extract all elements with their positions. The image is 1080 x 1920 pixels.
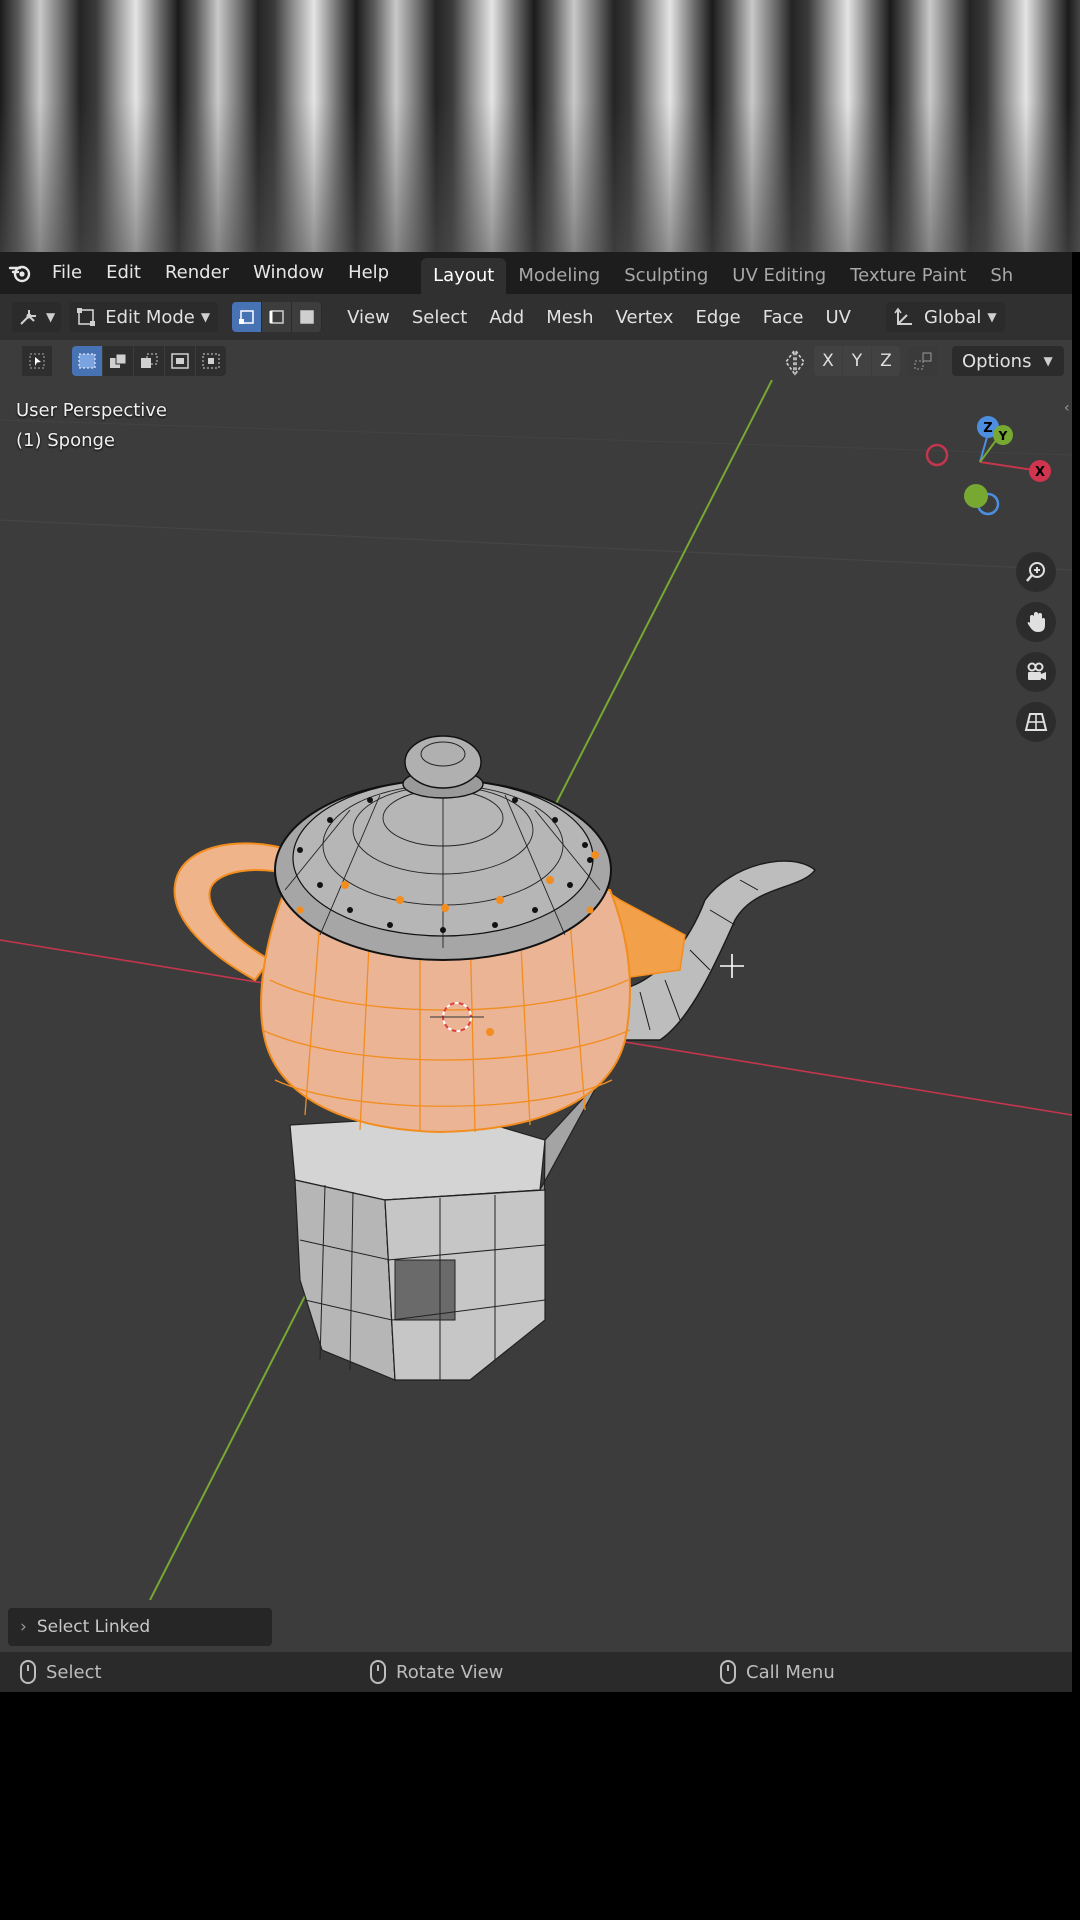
status-rotate-label: Rotate View [396,1661,504,1683]
mirror-icon[interactable] [782,348,808,376]
status-menu: Call Menu [720,1660,835,1684]
last-operator-label: Select Linked [36,1617,151,1637]
mode-dropdown[interactable]: Edit Mode ▼ [69,302,219,332]
select-extend-icon [110,353,127,368]
zoom-button[interactable] [1016,552,1056,592]
workspace-tabs: Layout Modeling Sculpting UV Editing Tex… [421,252,1025,294]
teapot-mesh[interactable] [173,735,816,1134]
mode-label: Edit Mode [105,306,195,328]
gizmo-x-label: X [1035,465,1045,480]
status-bar: Select Rotate View Call Menu [0,1652,1072,1692]
navigation-gizmo[interactable]: X Z Y [925,416,1051,516]
orientation-label: Global [923,306,982,328]
orientation-icon [894,307,912,325]
snap-toggle-button[interactable] [908,346,938,376]
chevron-down-icon: ▼ [1043,354,1053,368]
mirror-z-button[interactable]: Z [872,346,900,376]
tool-settings-row: X Y Z Options ▼ [0,340,1072,380]
menu-help[interactable]: Help [336,252,401,294]
menu-render[interactable]: Render [153,252,241,294]
editor-type-dropdown[interactable]: ▼ [12,302,62,332]
gizmo-z-label: Z [983,421,992,436]
face-select-icon [299,310,314,324]
menu-uv[interactable]: UV [814,307,862,328]
tab-uv-editing[interactable]: UV Editing [720,258,838,294]
menu-mesh[interactable]: Mesh [535,307,604,328]
blender-icon[interactable] [0,252,40,294]
chevron-right-icon: › [20,1617,27,1637]
select-intersect-icon [202,353,220,369]
object-name-label: (1) Sponge [16,430,115,451]
perspective-toggle-button[interactable] [1016,702,1056,742]
mouse-left-icon [20,1660,36,1684]
select-invert-button[interactable] [165,346,195,376]
chevron-down-icon: ▼ [46,310,56,324]
background-image [0,0,1080,252]
zoom-icon [1026,562,1045,582]
mouse-crosshair-icon [720,954,744,978]
pan-button[interactable] [1016,602,1056,642]
top-menubar: File Edit Render Window Help Layout Mode… [0,252,1072,294]
mouse-right-icon [720,1660,736,1684]
sidebar-toggle-icon[interactable]: ‹ [1064,400,1070,416]
menu-vertex[interactable]: Vertex [605,307,685,328]
mouse-middle-icon [370,1660,386,1684]
mirror-x-button[interactable]: X [814,346,842,376]
last-operator-panel[interactable]: › Select Linked [8,1608,272,1646]
camera-icon [1027,662,1046,680]
options-label: Options [962,350,1032,372]
cursor-arrow-icon [29,353,45,369]
status-rotate: Rotate View [370,1660,503,1684]
chevron-down-icon: ▼ [200,310,211,324]
blender-window: File Edit Render Window Help Layout Mode… [0,252,1072,1692]
menu-add[interactable]: Add [478,307,535,328]
menu-select[interactable]: Select [401,307,479,328]
select-invert-icon [171,353,189,369]
menu-face[interactable]: Face [752,307,815,328]
viewport-canvas[interactable]: X Z Y [0,380,1072,1600]
edge-select-icon [269,310,284,324]
select-intersect-button[interactable] [196,346,226,376]
select-subtract-button[interactable] [134,346,164,376]
tab-layout[interactable]: Layout [421,258,507,294]
tab-shading-truncated[interactable]: Sh [978,258,1025,294]
status-select: Select [20,1660,102,1684]
select-tool-button[interactable] [22,346,52,376]
select-new-button[interactable] [72,346,102,376]
edit-mode-icon [77,308,96,326]
tab-sculpting[interactable]: Sculpting [612,258,720,294]
select-mode-group [232,302,323,332]
viewport-header: ▼ Edit Mode ▼ View Select Add Mesh Verte… [0,294,1072,340]
view-name-label: User Perspective [16,400,167,421]
snap-icon [914,352,932,370]
vertex-select-icon [238,310,254,324]
grid-line [0,419,1072,456]
menu-file[interactable]: File [40,252,94,294]
grid-perspective-icon [1024,713,1048,731]
menu-edit[interactable]: Edit [94,252,153,294]
gizmo-y-label: Y [998,429,1008,443]
options-dropdown[interactable]: Options ▼ [952,346,1064,376]
editor-type-icon [20,310,36,325]
menu-window[interactable]: Window [241,252,336,294]
menu-view[interactable]: View [336,307,401,328]
3d-viewport[interactable]: X Z Y User Perspective (1) Sponge ‹ [0,380,1072,1600]
face-select-button[interactable] [292,302,323,332]
hand-icon [1027,612,1045,632]
menu-edge[interactable]: Edge [684,307,751,328]
select-extend-button[interactable] [103,346,133,376]
status-menu-label: Call Menu [746,1661,835,1683]
tab-texture-paint[interactable]: Texture Paint [838,258,978,294]
chevron-down-icon: ▼ [987,310,997,324]
select-box-icon [78,353,96,369]
tab-modeling[interactable]: Modeling [506,258,612,294]
grid-line [0,519,1072,571]
select-subtract-icon [141,353,158,368]
vertex-select-button[interactable] [232,302,263,332]
status-select-label: Select [46,1661,102,1683]
edge-select-button[interactable] [262,302,293,332]
mirror-y-button[interactable]: Y [843,346,871,376]
camera-view-button[interactable] [1016,652,1056,692]
transform-orientation-dropdown[interactable]: Global ▼ [885,302,1005,332]
